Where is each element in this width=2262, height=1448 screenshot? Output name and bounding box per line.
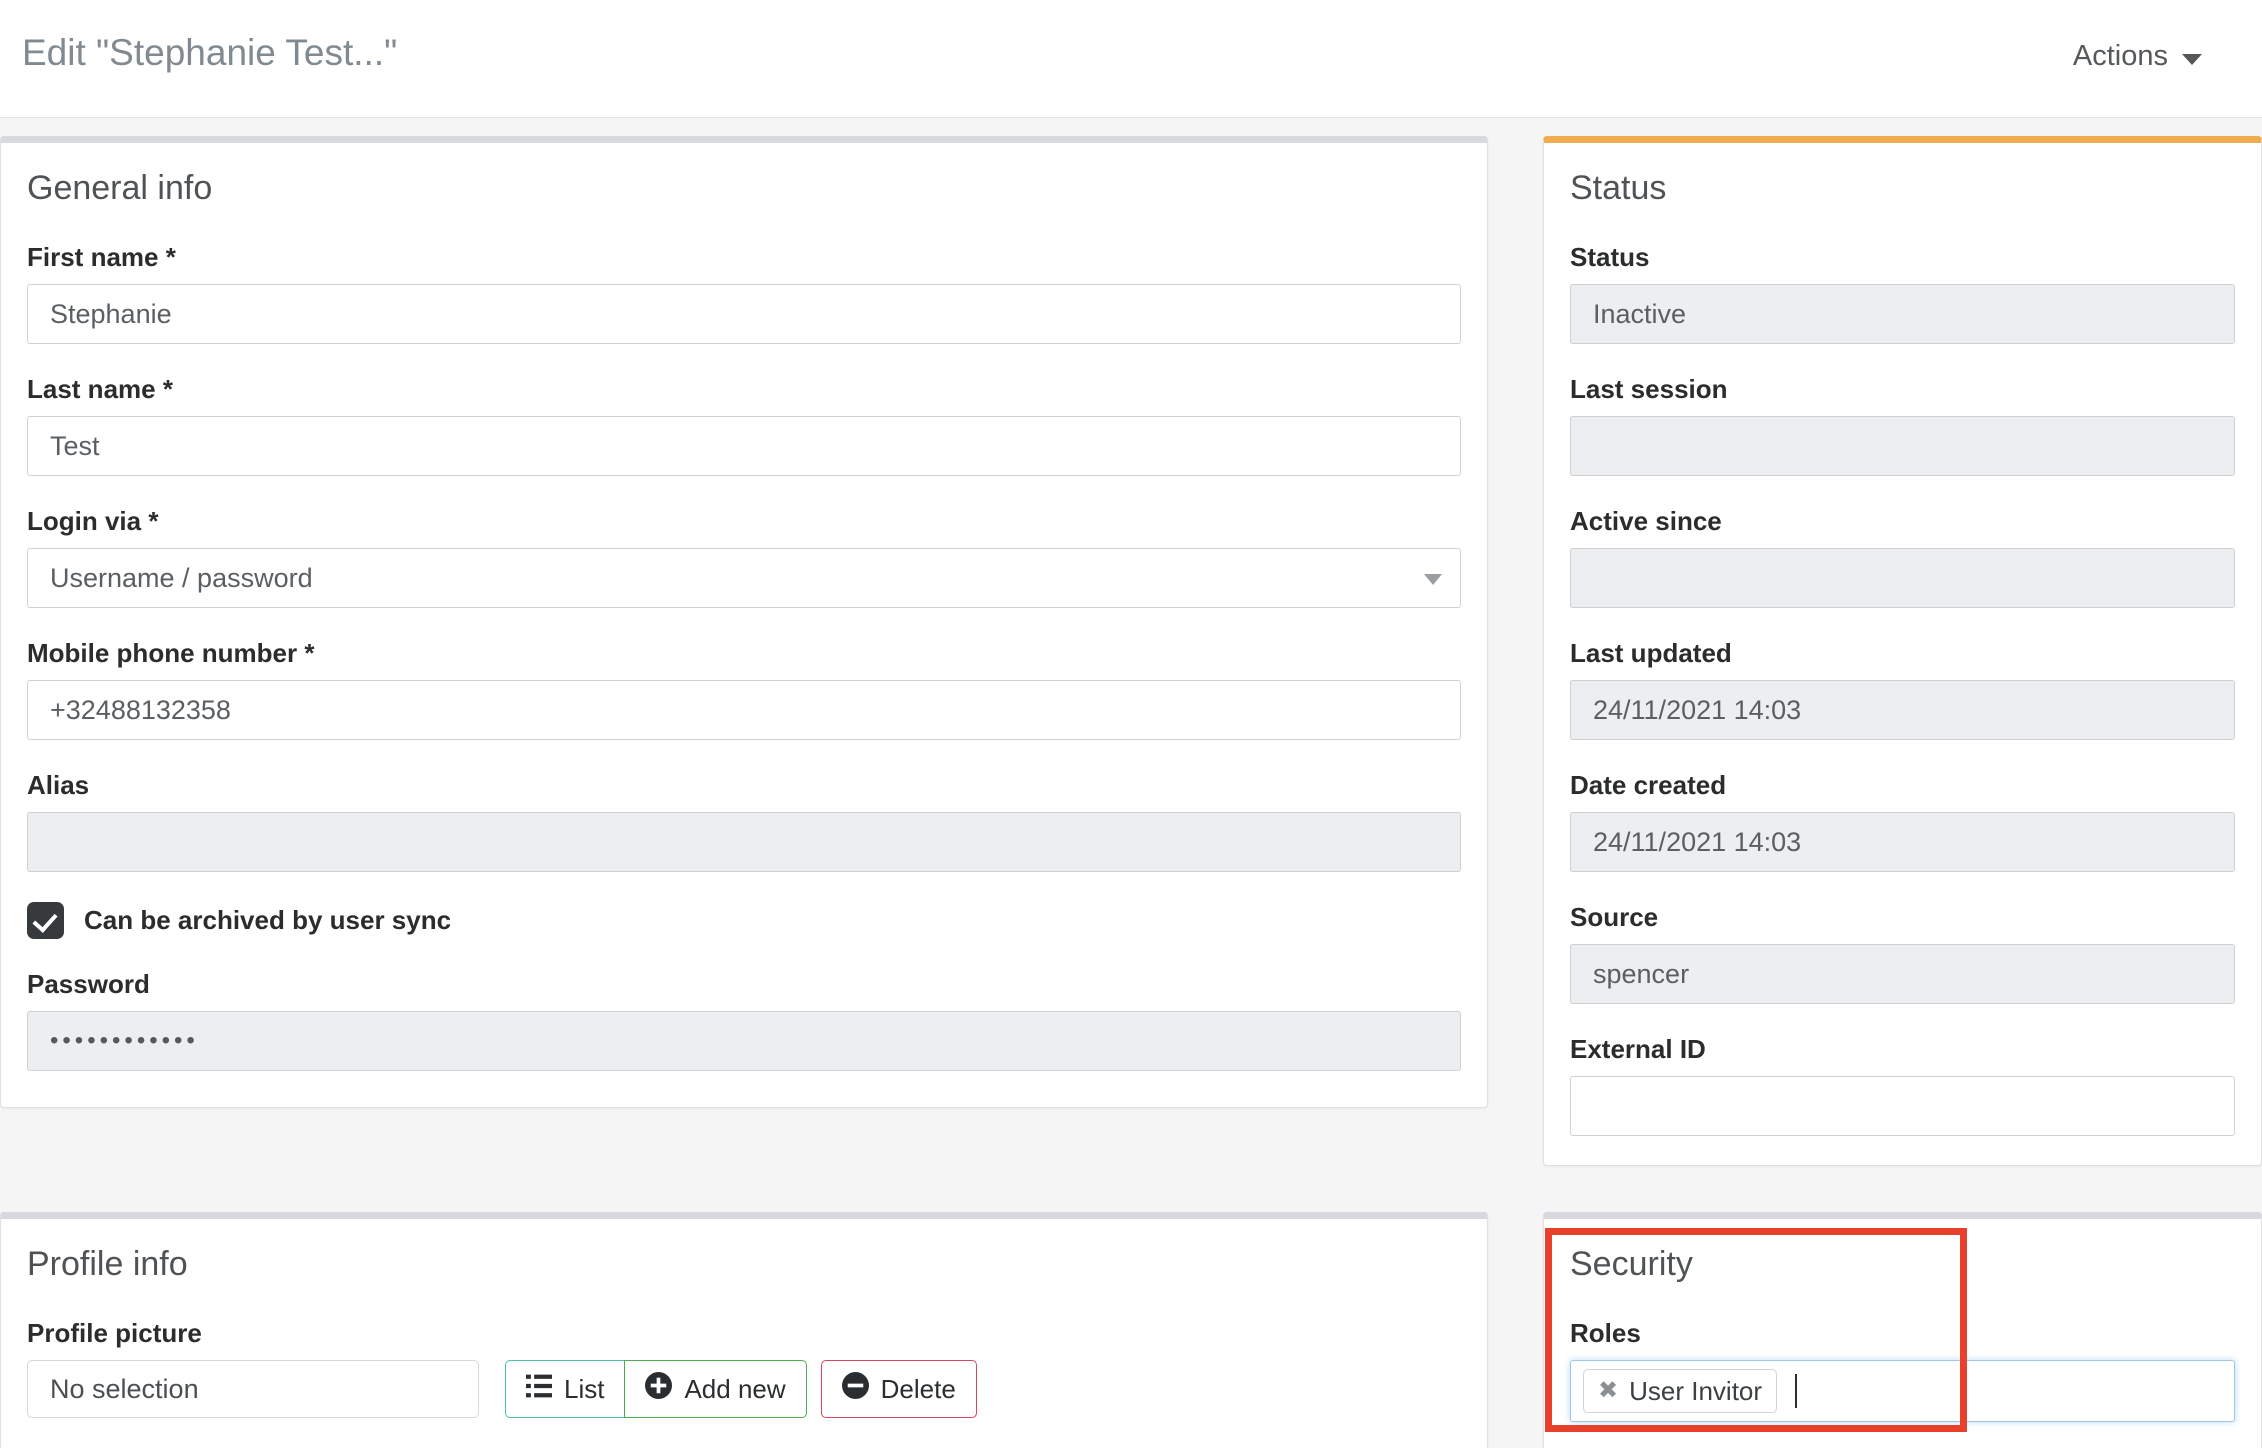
field-roles: Roles ✖ User Invitor — [1570, 1318, 2235, 1422]
role-tag[interactable]: ✖ User Invitor — [1583, 1369, 1778, 1413]
field-source: Source spencer — [1570, 902, 2235, 1004]
field-mobile-phone: Mobile phone number * +32488132358 — [27, 638, 1461, 740]
mobile-phone-label: Mobile phone number * — [27, 638, 315, 668]
field-first-name: First name * Stephanie — [27, 242, 1461, 344]
roles-label: Roles — [1570, 1318, 1641, 1348]
last-updated-value: 24/11/2021 14:03 — [1570, 680, 2235, 740]
close-icon[interactable]: ✖ — [1598, 1379, 1618, 1403]
profile-picture-label: Profile picture — [27, 1318, 202, 1348]
security-panel-title: Security — [1570, 1245, 1693, 1283]
delete-button-label: Delete — [880, 1373, 956, 1404]
status-value: Inactive — [1570, 284, 2235, 344]
security-panel: Security Roles ✖ User Invitor — [1543, 1212, 2262, 1448]
field-last-name: Last name * Test — [27, 374, 1461, 476]
first-name-input[interactable]: Stephanie — [27, 284, 1461, 344]
alias-input — [27, 812, 1461, 872]
status-panel-title: Status — [1570, 169, 1667, 207]
list-icon — [526, 1373, 552, 1406]
external-id-label: External ID — [1570, 1034, 1706, 1064]
status-label: Status — [1570, 242, 1650, 272]
add-new-button[interactable]: Add new — [624, 1360, 807, 1418]
field-profile-picture: Profile picture — [27, 1318, 1461, 1349]
last-session-label: Last session — [1570, 374, 1728, 404]
source-value: spencer — [1570, 944, 2235, 1004]
login-via-label: Login via * — [27, 506, 159, 536]
last-session-value — [1570, 416, 2235, 476]
profile-picture-selection[interactable]: No selection — [27, 1360, 479, 1418]
page-title: Edit "Stephanie Test..." — [22, 32, 398, 73]
can-be-archived-checkbox-row[interactable]: Can be archived by user sync — [27, 902, 1461, 939]
actions-dropdown-button[interactable]: Actions — [2073, 40, 2202, 73]
roles-multiselect-input[interactable]: ✖ User Invitor — [1570, 1360, 2235, 1422]
first-name-label: First name * — [27, 242, 176, 272]
general-info-panel: General info First name * Stephanie Last… — [0, 136, 1488, 1108]
profile-picture-controls: No selection List Add new Delete — [27, 1360, 1461, 1418]
field-alias: Alias — [27, 770, 1461, 872]
login-via-value: Username / password — [50, 563, 313, 593]
field-last-updated: Last updated 24/11/2021 14:03 — [1570, 638, 2235, 740]
actions-label: Actions — [2072, 40, 2168, 72]
field-date-created: Date created 24/11/2021 14:03 — [1570, 770, 2235, 872]
chevron-down-icon — [1424, 574, 1442, 585]
role-tag-label: User Invitor — [1629, 1375, 1763, 1406]
field-password: Password •••••••••••• — [27, 969, 1461, 1071]
active-since-value — [1570, 548, 2235, 608]
general-info-title: General info — [27, 169, 213, 207]
can-be-archived-label: Can be archived by user sync — [84, 905, 452, 935]
field-status: Status Inactive — [1570, 242, 2235, 344]
minus-circle-icon — [841, 1372, 869, 1406]
field-active-since: Active since — [1570, 506, 2235, 608]
external-id-input[interactable] — [1570, 1076, 2235, 1136]
field-login-via: Login via * Username / password — [27, 506, 1461, 608]
alias-label: Alias — [27, 770, 90, 800]
login-via-select[interactable]: Username / password — [27, 548, 1461, 608]
field-last-session: Last session — [1570, 374, 2235, 476]
profile-info-title: Profile info — [27, 1245, 188, 1283]
caret-down-icon — [2182, 53, 2202, 65]
list-button-label: List — [564, 1373, 605, 1404]
date-created-label: Date created — [1570, 770, 1727, 800]
field-external-id: External ID — [1570, 1034, 2235, 1136]
mobile-phone-input[interactable]: +32488132358 — [27, 680, 1461, 740]
last-name-input[interactable]: Test — [27, 416, 1461, 476]
checkbox-checked-icon[interactable] — [27, 902, 64, 939]
active-since-label: Active since — [1570, 506, 1722, 536]
add-new-button-label: Add new — [684, 1373, 786, 1404]
profile-picture-button-group: List Add new Delete — [505, 1360, 977, 1418]
text-cursor — [1795, 1374, 1798, 1408]
profile-info-panel: Profile info Profile picture No selectio… — [0, 1212, 1488, 1448]
password-input: •••••••••••• — [27, 1011, 1461, 1071]
password-label: Password — [27, 969, 150, 999]
delete-button[interactable]: Delete — [820, 1360, 977, 1418]
status-panel: Status Status Inactive Last session Acti… — [1543, 136, 2262, 1166]
last-name-label: Last name * — [27, 374, 173, 404]
plus-circle-icon — [645, 1372, 673, 1406]
page-root: Edit "Stephanie Test..." Actions General… — [0, 0, 2262, 1448]
last-updated-label: Last updated — [1570, 638, 1732, 668]
date-created-value: 24/11/2021 14:03 — [1570, 812, 2235, 872]
list-button[interactable]: List — [505, 1360, 625, 1418]
source-label: Source — [1570, 902, 1659, 932]
page-header: Edit "Stephanie Test..." Actions — [0, 0, 2262, 118]
